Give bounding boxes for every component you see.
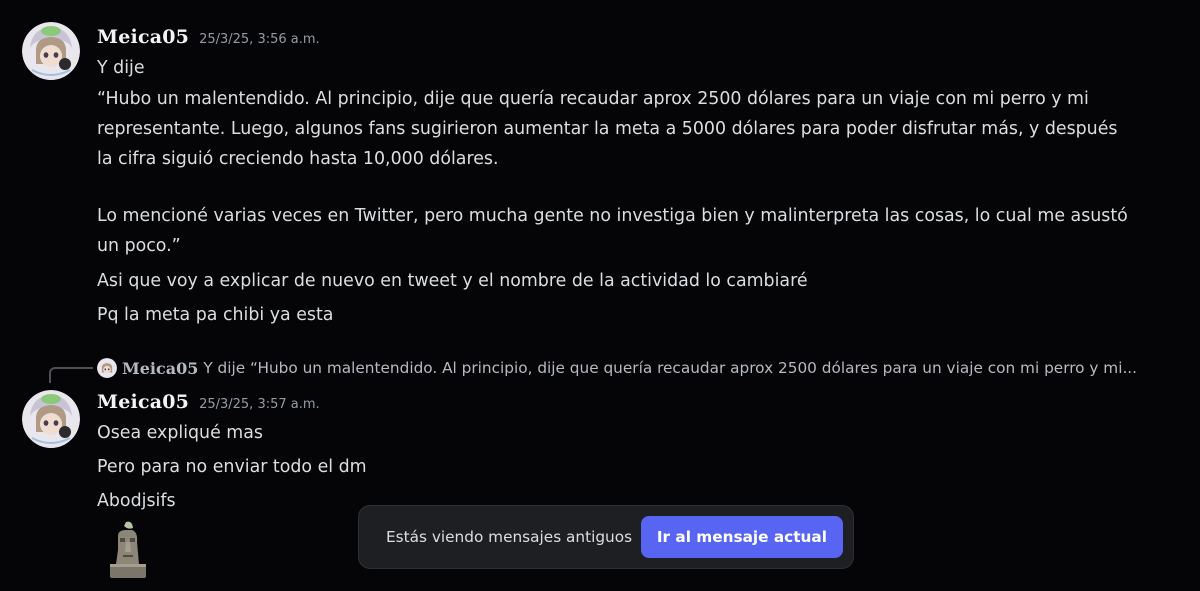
reply-connector (49, 367, 93, 383)
message-text: la cifra siguió creciendo hasta 10,000 d… (97, 149, 499, 169)
reply-username: Meica05 (122, 358, 199, 378)
reply-text: Y dije “Hubo un malentendido. Al princip… (203, 359, 1138, 377)
message-header: Meica05 25/3/25, 3:57 a.m. (97, 391, 320, 415)
message-text: representante. Luego, algunos fans sugir… (97, 119, 1118, 139)
message-text: Abodjsifs (97, 491, 176, 511)
message-text: Osea expliqué mas (97, 423, 263, 443)
chat-log: Meica05 25/3/25, 3:56 a.m. Y dije “Hubo … (0, 0, 1200, 591)
timestamp: 25/3/25, 3:57 a.m. (199, 397, 320, 412)
username[interactable]: Meica05 (97, 26, 189, 48)
message-text: un poco.” (97, 236, 181, 256)
jump-to-present-button[interactable]: Ir al mensaje actual (640, 516, 843, 558)
reply-avatar (97, 358, 117, 378)
avatar[interactable] (22, 22, 80, 80)
message-text: “Hubo un malentendido. Al principio, dij… (97, 89, 1089, 109)
message-text: Asi que voy a explicar de nuevo en tweet… (97, 271, 808, 291)
moai-statue-sticker-icon[interactable] (106, 520, 150, 582)
message-text: Lo mencioné varias veces en Twitter, per… (97, 206, 1128, 226)
old-messages-banner: Estás viendo mensajes antiguos Ir al men… (358, 505, 854, 569)
message-text: Pq la meta pa chibi ya esta (97, 305, 334, 325)
reply-preview[interactable]: Meica05 Y dije “Hubo un malentendido. Al… (97, 358, 1137, 378)
message-text: Pero para no enviar todo el dm (97, 457, 367, 477)
timestamp: 25/3/25, 3:56 a.m. (199, 32, 320, 47)
message-text: Y dije (97, 58, 145, 78)
avatar[interactable] (22, 390, 80, 448)
message-header: Meica05 25/3/25, 3:56 a.m. (97, 26, 320, 50)
old-messages-text: Estás viendo mensajes antiguos (386, 528, 633, 546)
username[interactable]: Meica05 (97, 391, 189, 413)
